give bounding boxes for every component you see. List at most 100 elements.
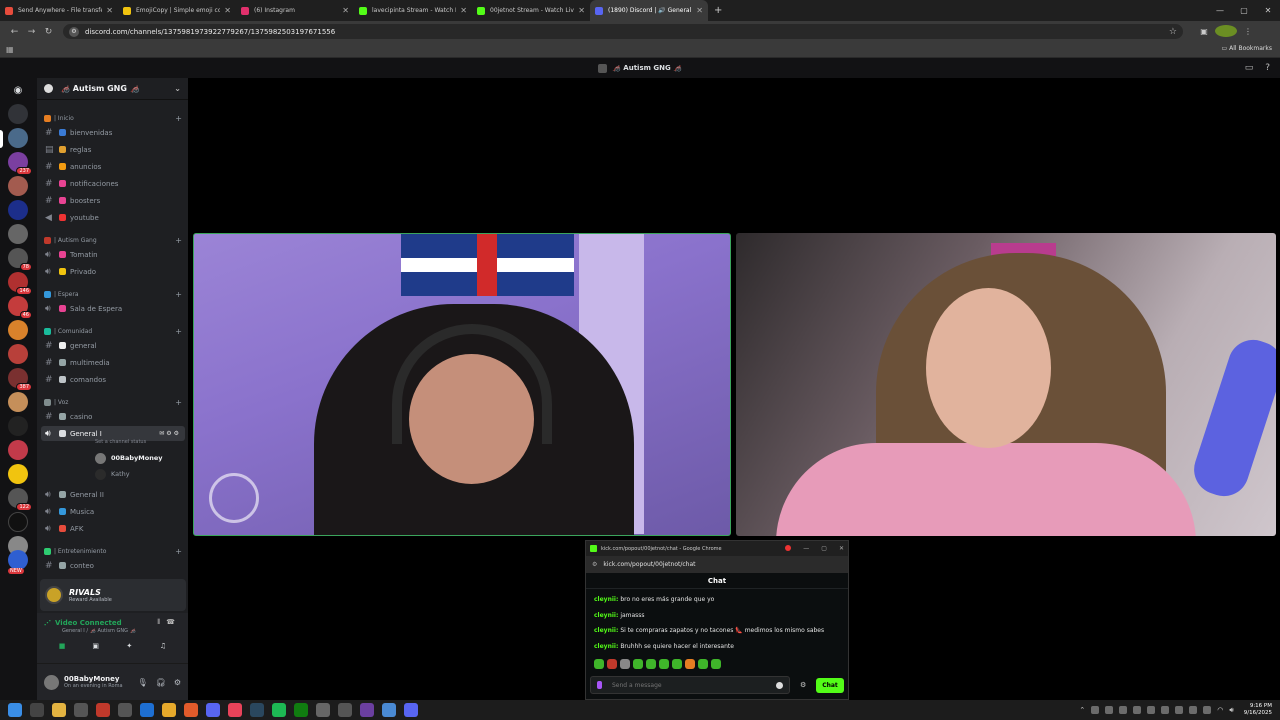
menu-icon[interactable]: ⋮ — [1237, 27, 1259, 36]
browser-tab[interactable]: Send Anywhere - File transfer ✕ — [0, 0, 118, 21]
category-entretenimiento[interactable]: | Entretenimiento + — [44, 547, 182, 556]
add-channel-icon[interactable]: + — [175, 236, 182, 245]
browser-tab[interactable]: 00jetnot Stream - Watch Live o ✕ — [472, 0, 590, 21]
windows-start-icon[interactable] — [8, 703, 22, 717]
server-icon[interactable] — [8, 416, 28, 436]
apps-icon[interactable]: ▦ — [6, 45, 14, 54]
camera-toggle-button[interactable]: ■ — [48, 640, 76, 652]
inbox-icon[interactable]: ▭ — [1245, 63, 1254, 73]
tray-icon[interactable] — [1203, 706, 1212, 714]
browser-tab[interactable]: (6) Instagram ✕ — [236, 0, 354, 21]
add-channel-icon[interactable]: + — [175, 398, 182, 407]
close-icon[interactable]: ✕ — [839, 545, 844, 552]
server-icon[interactable] — [8, 128, 28, 148]
mic-icon[interactable]: 🎙︎ — [138, 678, 148, 687]
headphones-icon[interactable]: 🎧︎ — [156, 678, 166, 687]
settings-gear-icon[interactable]: ⚙ — [174, 678, 181, 687]
emote-icon[interactable] — [711, 659, 721, 669]
channel-musica[interactable]: 🔊︎ Musica — [41, 504, 185, 519]
server-icon[interactable]: 387 — [8, 368, 32, 391]
server-icon[interactable]: 46 — [8, 296, 32, 319]
settings-gear-icon[interactable] — [316, 703, 330, 717]
emote-icon[interactable] — [659, 659, 669, 669]
rewards-banner[interactable]: RIVALS Reward Available — [40, 579, 186, 611]
channel-comandos[interactable]: # comandos — [41, 372, 185, 387]
server-icon[interactable]: 237 — [8, 152, 32, 175]
outlook-icon[interactable] — [140, 703, 154, 717]
close-icon[interactable]: ✕ — [460, 6, 467, 15]
site-info-icon[interactable]: ⚙ — [592, 561, 597, 568]
mic-icon[interactable] — [597, 681, 602, 689]
channel-bienvenidas[interactable]: # bienvenidas — [41, 125, 185, 140]
channel-anuncios[interactable]: # anuncios — [41, 159, 185, 174]
category-inicio[interactable]: | Inicio + — [44, 114, 182, 123]
discord-icon[interactable] — [404, 703, 418, 717]
channel-general[interactable]: # general — [41, 338, 185, 353]
chrome-icon[interactable] — [382, 703, 396, 717]
maximize-icon[interactable]: ▢ — [1232, 6, 1256, 15]
emoji-picker-icon[interactable] — [776, 681, 783, 689]
bookmark-star-icon[interactable]: ☆ — [1169, 27, 1177, 37]
app-icon[interactable] — [118, 703, 132, 717]
server-icon[interactable] — [8, 104, 28, 124]
server-icon[interactable] — [8, 224, 28, 244]
disconnect-icon[interactable]: ☎ — [166, 618, 181, 626]
server-icon[interactable]: 78 — [8, 248, 32, 271]
app-icon[interactable] — [228, 703, 242, 717]
signal-icon[interactable]: ⋰ — [44, 619, 51, 627]
minimize-icon[interactable]: — — [1208, 6, 1232, 15]
category-autism-gang[interactable]: | Autism Gang + — [44, 236, 182, 245]
profile-avatar[interactable] — [1215, 24, 1237, 39]
send-chat-button[interactable]: Chat — [816, 678, 844, 693]
tray-icon[interactable] — [1161, 706, 1170, 714]
close-icon[interactable]: ✕ — [106, 6, 113, 15]
chat-message-input[interactable] — [612, 681, 776, 689]
clock[interactable]: 9:16 PM 9/16/2025 — [1244, 703, 1272, 717]
server-icon[interactable] — [8, 392, 28, 412]
tray-icon[interactable] — [1105, 706, 1114, 714]
category-voz[interactable]: | Voz + — [44, 398, 182, 407]
forward-icon[interactable]: → — [23, 27, 40, 37]
reload-icon[interactable]: ↻ — [40, 27, 57, 37]
channel-notificaciones[interactable]: # notificaciones — [41, 176, 185, 191]
add-channel-icon[interactable]: + — [175, 290, 182, 299]
close-icon[interactable]: ✕ — [224, 6, 231, 15]
category-espera[interactable]: | Espera + — [44, 290, 182, 299]
server-icon[interactable] — [8, 200, 28, 220]
user-name[interactable]: 00BabyMoney — [64, 675, 123, 683]
chat-settings-icon[interactable]: ⚙ — [800, 681, 806, 689]
wifi-icon[interactable]: ◠ — [1217, 706, 1223, 714]
emote-icon[interactable] — [646, 659, 656, 669]
browser-tab[interactable]: lavecipinta Stream - Watch Live✕ — [354, 0, 472, 21]
server-icon[interactable] — [8, 440, 28, 460]
server-icon[interactable]: 146 — [8, 272, 32, 295]
discord-home-icon[interactable]: ◉ — [8, 81, 28, 101]
channel-tomatin[interactable]: 🔊︎ Tomatin — [41, 247, 185, 262]
browser-tab[interactable]: EmojiCopy | Simple emoji copy ✕ — [118, 0, 236, 21]
server-icon[interactable] — [8, 176, 28, 196]
voice-location[interactable]: General I / 🦽 Autism GNG 🦽 — [62, 628, 181, 634]
all-bookmarks-button[interactable]: ▭ All Bookmarks — [1222, 45, 1272, 52]
back-icon[interactable]: ← — [6, 27, 23, 37]
close-icon[interactable]: ✕ — [578, 6, 585, 15]
store-icon[interactable] — [74, 703, 88, 717]
screen-share-button[interactable]: ▣ — [82, 640, 110, 652]
add-channel-icon[interactable]: + — [175, 327, 182, 336]
sidepanel-icon[interactable]: ▣ — [1193, 27, 1215, 36]
discord-icon[interactable] — [206, 703, 220, 717]
emote-icon[interactable] — [633, 659, 643, 669]
app-icon[interactable] — [338, 703, 352, 717]
site-info-icon[interactable]: ⚙ — [69, 26, 79, 37]
add-channel-icon[interactable]: + — [175, 547, 182, 556]
channel-conteo[interactable]: # conteo — [41, 558, 185, 573]
channel-afk[interactable]: 🔊︎ AFK — [41, 521, 185, 536]
server-icon[interactable]: 122 — [8, 488, 32, 511]
emote-icon[interactable] — [698, 659, 708, 669]
server-icon[interactable] — [8, 320, 28, 340]
server-icon[interactable]: NEW — [8, 550, 28, 574]
tray-icon[interactable] — [1119, 706, 1128, 714]
url-input[interactable]: ⚙ discord.com/channels/13759819739227792… — [63, 24, 1183, 39]
soundboard-button[interactable]: ♫ — [149, 640, 177, 652]
close-window-icon[interactable]: ✕ — [1256, 6, 1280, 15]
tray-icon[interactable] — [1133, 706, 1142, 714]
